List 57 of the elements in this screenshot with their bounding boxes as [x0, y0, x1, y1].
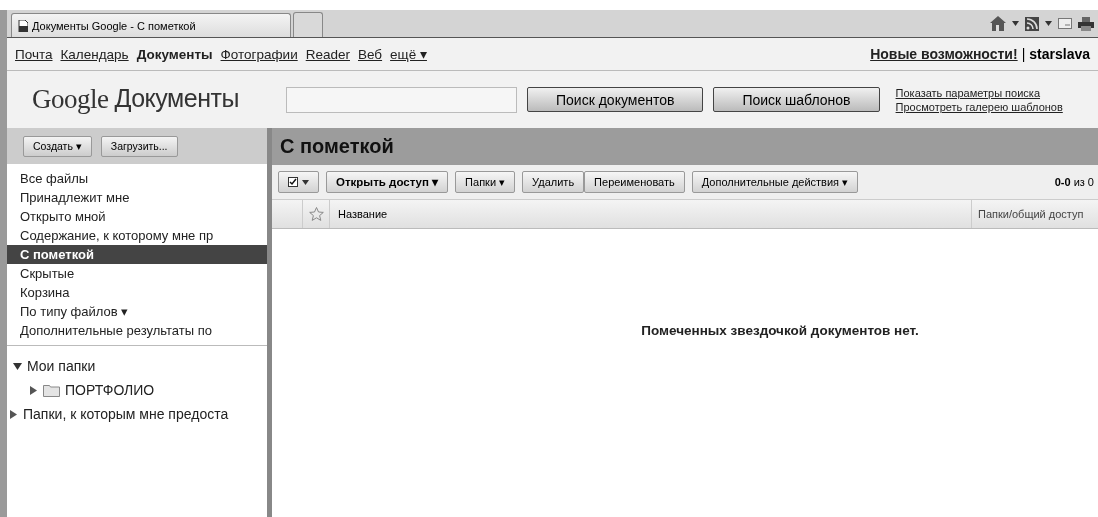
- nav-link[interactable]: Почта: [15, 46, 53, 62]
- result-count: 0-0 из 0: [1054, 176, 1094, 188]
- caret-icon: [302, 179, 309, 185]
- star-icon[interactable]: [308, 207, 324, 221]
- folder-label[interactable]: Папки, к которым мне предоста: [23, 406, 229, 422]
- document-icon: [18, 19, 28, 32]
- sidebar-button[interactable]: Загрузить...: [100, 135, 178, 157]
- toolbar-button[interactable]: Дополнительные действия ▾: [691, 171, 859, 193]
- caret-icon[interactable]: [1045, 21, 1052, 26]
- nav-link[interactable]: Веб: [358, 46, 383, 62]
- folder-icon: [43, 383, 60, 397]
- printer-icon[interactable]: [1078, 16, 1094, 31]
- sidebar-item[interactable]: Открыто мной: [7, 207, 267, 226]
- sidebar-item[interactable]: Скрытые: [7, 264, 267, 283]
- sidebar-button[interactable]: Создать ▾: [23, 135, 92, 157]
- search-field[interactable]: [286, 86, 517, 113]
- mail-icon[interactable]: [1058, 18, 1072, 29]
- home-icon[interactable]: [990, 16, 1006, 31]
- folder-label[interactable]: ПОРТФОЛИО: [65, 382, 155, 398]
- header-link[interactable]: Просмотреть галерею шаблонов: [895, 100, 1063, 113]
- expanded-triangle-icon[interactable]: [13, 361, 22, 371]
- toolbar-button[interactable]: Открыть доступ ▾: [326, 171, 449, 193]
- search-button[interactable]: Поиск шаблонов: [713, 87, 880, 112]
- nav-link[interactable]: Документы: [136, 46, 213, 62]
- sidebar-item[interactable]: С пометкой: [7, 245, 267, 264]
- toolbar-button[interactable]: Переименовать: [584, 171, 685, 193]
- google-logo[interactable]: Google: [32, 84, 109, 115]
- browser-tab[interactable]: Документы Google - С пометкой: [11, 13, 291, 37]
- sidebar-item[interactable]: Все файлы: [7, 169, 267, 188]
- sidebar-item[interactable]: Дополнительные результаты по: [7, 321, 267, 340]
- sidebar-item[interactable]: Принадлежит мне: [7, 188, 267, 207]
- collapsed-triangle-icon[interactable]: [9, 409, 18, 419]
- page-title: С пометкой: [272, 128, 1098, 165]
- nav-link[interactable]: Reader: [305, 46, 350, 62]
- search-button[interactable]: Поиск документов: [527, 87, 704, 112]
- empty-message: Помеченных звездочкой документов нет.: [641, 323, 919, 338]
- sidebar-item[interactable]: Корзина: [7, 283, 267, 302]
- checkbox-icon: [288, 177, 298, 187]
- separator: |: [1021, 46, 1026, 62]
- select-menu-button[interactable]: [278, 171, 319, 193]
- sidebar-item[interactable]: По типу файлов ▾: [7, 302, 267, 321]
- rss-feed-icon[interactable]: [1025, 16, 1039, 31]
- product-name: Документы: [114, 84, 239, 114]
- toolbar-button[interactable]: Папки ▾: [455, 171, 516, 193]
- nav-link[interactable]: Календарь: [60, 46, 129, 62]
- toolbar-button[interactable]: Удалить: [522, 171, 585, 193]
- nav-link[interactable]: Фотографии: [220, 46, 298, 62]
- column-header[interactable]: Название: [338, 208, 388, 220]
- whats-new-link[interactable]: Новые возможности!: [870, 46, 1018, 62]
- sidebar-item[interactable]: Содержание, к которому мне пр: [7, 226, 267, 245]
- collapsed-triangle-icon[interactable]: [29, 385, 38, 395]
- header-link[interactable]: Показать параметры поиска: [895, 86, 1063, 99]
- folder-label[interactable]: Мои папки: [27, 358, 96, 374]
- user-email[interactable]: starslava: [1029, 46, 1090, 62]
- caret-icon[interactable]: [1012, 21, 1019, 26]
- column-header[interactable]: Папки/общий доступ: [971, 200, 1098, 228]
- nav-link[interactable]: ещё ▾: [390, 46, 427, 62]
